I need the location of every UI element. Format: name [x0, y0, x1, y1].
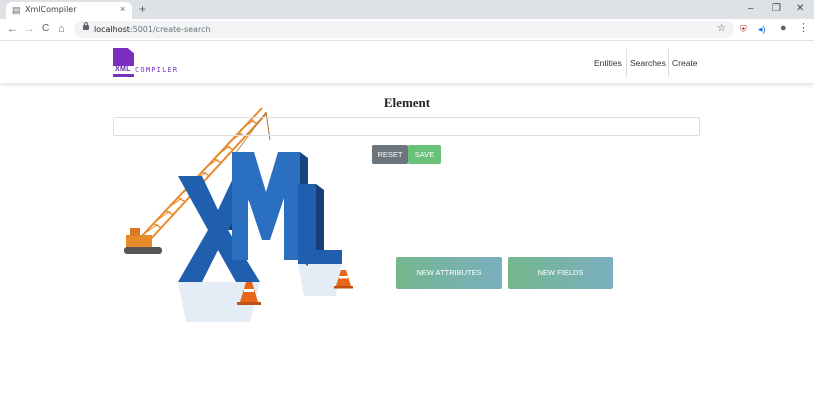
new-fields-button[interactable]: NEW FIELDS	[508, 257, 613, 289]
forward-icon[interactable]: →	[24, 23, 35, 35]
browser-tab[interactable]: ▤ XmlCompiler ×	[6, 2, 132, 19]
nav-create[interactable]: Create	[672, 57, 698, 69]
nav-divider	[626, 49, 627, 77]
element-input[interactable]	[113, 117, 700, 136]
url-host: localhost	[94, 25, 130, 34]
home-icon[interactable]: ⌂	[58, 23, 65, 35]
address-bar[interactable]: localhost:5001/create-search ☆	[74, 21, 734, 38]
restore-icon[interactable]: ❐	[772, 3, 781, 15]
nav-divider	[668, 49, 669, 77]
browser-tabstrip: ▤ XmlCompiler × + – ❐ ✕	[0, 0, 814, 19]
bookmark-star-icon[interactable]: ☆	[717, 23, 726, 34]
page-title: Element	[383, 95, 431, 110]
tab-title: XmlCompiler	[25, 5, 77, 14]
logo-underline	[113, 74, 134, 77]
close-tab-icon[interactable]: ×	[120, 4, 125, 14]
lock-icon	[83, 22, 89, 30]
minimize-icon[interactable]: –	[748, 3, 754, 15]
app-logo[interactable]: XML COMPILER	[113, 48, 183, 78]
nav-searches[interactable]: Searches	[630, 57, 666, 69]
reload-icon[interactable]: C	[42, 23, 49, 35]
new-tab-button[interactable]: +	[139, 2, 146, 16]
shield-extension-icon[interactable]: ⛨	[740, 23, 747, 35]
url-text: localhost:5001/create-search	[94, 25, 211, 34]
logo-document-icon	[113, 48, 134, 66]
new-attributes-button[interactable]: NEW ATTRIBUTES	[396, 257, 502, 289]
back-icon[interactable]: ←	[7, 23, 18, 35]
reset-button[interactable]: RESET	[372, 145, 408, 164]
audio-extension-icon[interactable]: ◂)	[758, 23, 766, 35]
nav-entities[interactable]: Entities	[594, 57, 622, 69]
logo-xml-text: XML	[115, 66, 131, 73]
url-path: :5001/create-search	[129, 25, 211, 34]
page-icon: ▤	[12, 5, 21, 15]
xml-letters-graphic	[178, 152, 342, 322]
profile-icon[interactable]: ●	[780, 22, 787, 34]
save-button[interactable]: SAVE	[408, 145, 441, 164]
browser-toolbar: ← → C ⌂ localhost:5001/create-search ☆ ⛨…	[0, 19, 814, 41]
window-close-icon[interactable]: ✕	[796, 3, 804, 15]
logo-compiler-text: COMPILER	[135, 66, 179, 74]
menu-icon[interactable]: ⋮	[798, 22, 809, 34]
